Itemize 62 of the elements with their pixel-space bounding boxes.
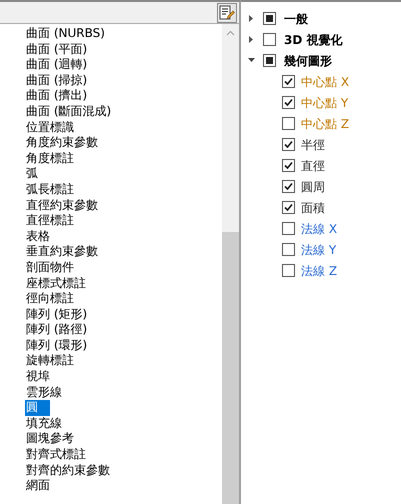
section-label: 幾何圖形 [284, 52, 332, 70]
checkbox[interactable] [282, 96, 295, 109]
property-label: 面積 [301, 200, 325, 216]
checkbox[interactable] [282, 264, 295, 277]
checkbox[interactable] [282, 201, 295, 214]
list-item[interactable]: 表格 [25, 228, 51, 244]
list-item[interactable]: 陣列 (環形) [25, 338, 88, 354]
list-item[interactable]: 雲形線 [25, 384, 63, 400]
list-item[interactable]: 曲面 (NURBS) [25, 26, 106, 42]
property-label: 圓周 [301, 178, 325, 196]
list-item[interactable]: 剖面物件 [25, 260, 75, 276]
scrollbar[interactable] [222, 24, 239, 504]
list-item[interactable]: 弧 [25, 166, 39, 182]
property-label: 中心點 Y [301, 94, 348, 112]
property-label: 直徑 [301, 158, 325, 174]
list-item[interactable]: 直徑約束參數 [25, 198, 99, 214]
list-item[interactable]: 圖塊參考 [25, 431, 75, 448]
list-item[interactable]: 位置標識 [25, 120, 75, 136]
list-item[interactable]: 填充線 [25, 416, 63, 432]
list-item[interactable]: 陣列 (矩形) [25, 306, 88, 322]
list-item[interactable]: 對齊式標註 [25, 447, 87, 463]
collapse-arrow-icon[interactable] [247, 58, 255, 63]
checkbox[interactable] [282, 138, 295, 151]
property-label: 中心點 Z [301, 116, 350, 132]
list-item[interactable]: 曲面 (平面) [25, 42, 88, 58]
list-item[interactable]: 視埠 [25, 369, 51, 385]
checkbox[interactable] [282, 117, 295, 130]
expand-arrow-icon[interactable] [247, 36, 255, 43]
section-label: 3D 視覺化 [284, 32, 342, 48]
list-item[interactable]: 垂直約束參數 [25, 244, 99, 260]
list-item[interactable]: 曲面 (擠出) [25, 88, 88, 104]
list-item[interactable]: 對齊的約束參數 [25, 462, 111, 478]
list-item[interactable]: 角度標註 [25, 150, 75, 166]
list-item[interactable]: 曲面 (斷面混成) [25, 104, 112, 120]
expand-arrow-icon[interactable] [247, 15, 255, 22]
list-item[interactable]: 曲面 (掃掠) [25, 72, 88, 88]
property-label: 法線 Z [301, 262, 338, 280]
list-item[interactable]: 座標式標註 [25, 276, 87, 292]
checkbox[interactable] [263, 54, 276, 67]
checkbox[interactable] [263, 33, 276, 46]
edit-list-icon[interactable] [217, 2, 237, 22]
scrollbar-thumb[interactable] [222, 232, 239, 504]
checkbox[interactable] [263, 12, 276, 25]
section-label: 一般 [284, 10, 308, 28]
checkbox[interactable] [282, 243, 295, 256]
property-label: 半徑 [301, 136, 325, 154]
checkbox[interactable] [282, 159, 295, 172]
checkbox[interactable] [282, 222, 295, 235]
property-label: 中心點 X [301, 74, 350, 90]
checkbox[interactable] [282, 75, 295, 88]
list-item[interactable]: 旋轉標註 [25, 353, 75, 370]
checkbox[interactable] [282, 180, 295, 193]
property-label: 法線 X [301, 220, 338, 238]
list-item[interactable]: 圓 [25, 400, 50, 416]
list-item[interactable]: 網面 [25, 478, 51, 494]
list-item[interactable]: 角度約束參數 [25, 135, 99, 151]
list-item[interactable]: 曲面 (迴轉) [25, 57, 88, 73]
list-item[interactable]: 陣列 (路徑) [25, 322, 88, 338]
list-item[interactable]: 徑向標註 [25, 291, 75, 307]
list-item[interactable]: 弧長標註 [25, 182, 75, 198]
property-label: 法線 Y [301, 242, 336, 258]
list-item[interactable]: 直徑標註 [25, 213, 75, 229]
